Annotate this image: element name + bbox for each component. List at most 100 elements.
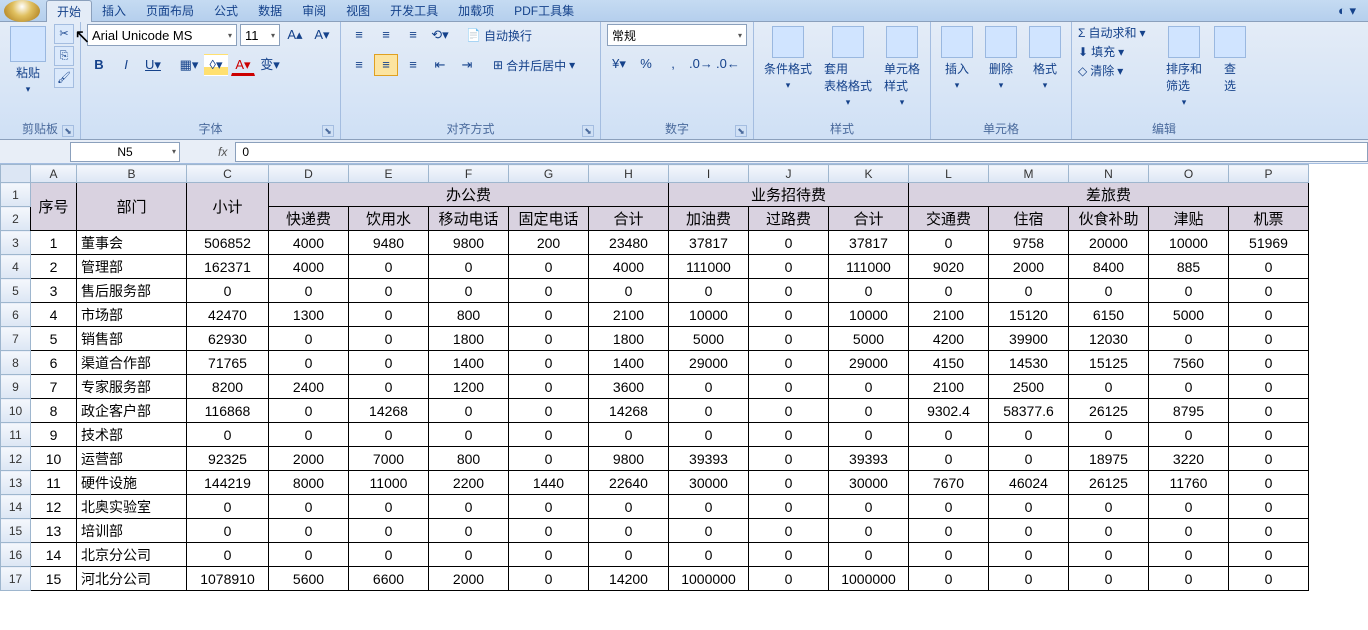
cell[interactable]: 2100	[909, 303, 989, 327]
cell[interactable]: 0	[509, 303, 589, 327]
cell[interactable]: 0	[429, 399, 509, 423]
menu-tab-3[interactable]: 公式	[204, 0, 248, 22]
cell[interactable]: 0	[509, 567, 589, 591]
cell[interactable]: 0	[669, 423, 749, 447]
cell[interactable]: 0	[829, 399, 909, 423]
cell[interactable]: 0	[509, 279, 589, 303]
cell[interactable]: 12030	[1069, 327, 1149, 351]
cell[interactable]: 5000	[1149, 303, 1229, 327]
cell[interactable]: 2500	[989, 375, 1069, 399]
cell[interactable]: 0	[1069, 519, 1149, 543]
cell[interactable]: 0	[1149, 495, 1229, 519]
cell[interactable]: 0	[749, 279, 829, 303]
cell[interactable]: 0	[187, 519, 269, 543]
cell[interactable]: 4150	[909, 351, 989, 375]
cell[interactable]: 0	[269, 279, 349, 303]
cell[interactable]: 0	[1149, 567, 1229, 591]
row-header-6[interactable]: 6	[1, 303, 31, 327]
cell[interactable]: 0	[509, 399, 589, 423]
header-cell[interactable]: 固定电话	[509, 207, 589, 231]
cell[interactable]: 2000	[269, 447, 349, 471]
cell[interactable]: 4200	[909, 327, 989, 351]
cell[interactable]: 0	[429, 423, 509, 447]
menu-tab-6[interactable]: 视图	[336, 0, 380, 22]
cell[interactable]: 0	[509, 519, 589, 543]
cell[interactable]: 37817	[669, 231, 749, 255]
cell[interactable]: 506852	[187, 231, 269, 255]
cell[interactable]: 51969	[1229, 231, 1309, 255]
cell[interactable]: 42470	[187, 303, 269, 327]
number-format-select[interactable]: 常规▾	[607, 24, 747, 46]
cell[interactable]: 10	[31, 447, 77, 471]
underline-button[interactable]: U▾	[141, 54, 165, 76]
cell[interactable]: 0	[749, 423, 829, 447]
cell[interactable]: 0	[429, 279, 509, 303]
cell[interactable]: 政企客户部	[77, 399, 187, 423]
name-box[interactable]: N5▾	[70, 142, 180, 162]
header-cell[interactable]: 住宿	[989, 207, 1069, 231]
align-left-button[interactable]: ≡	[347, 54, 371, 76]
autosum-button[interactable]: Σ 自动求和 ▾	[1078, 24, 1158, 41]
cell[interactable]: 0	[1229, 399, 1309, 423]
cell[interactable]: 1400	[589, 351, 669, 375]
col-header-J[interactable]: J	[749, 165, 829, 183]
row-header-13[interactable]: 13	[1, 471, 31, 495]
merge-center-button[interactable]: ⊞ 合并后居中 ▾	[493, 57, 575, 74]
cell[interactable]: 1800	[589, 327, 669, 351]
cell[interactable]: 0	[1229, 279, 1309, 303]
cell[interactable]: 0	[509, 447, 589, 471]
cell[interactable]: 20000	[1069, 231, 1149, 255]
paste-button[interactable]: 粘贴	[6, 24, 50, 97]
row-header-15[interactable]: 15	[1, 519, 31, 543]
cell[interactable]: 0	[1229, 495, 1309, 519]
cell[interactable]: 6150	[1069, 303, 1149, 327]
cell[interactable]: 0	[669, 519, 749, 543]
cell[interactable]: 0	[749, 447, 829, 471]
header-cell[interactable]: 差旅费	[909, 183, 1309, 207]
cell[interactable]: 14268	[589, 399, 669, 423]
align-bottom-button[interactable]: ≡	[401, 24, 425, 46]
cell[interactable]: 144219	[187, 471, 269, 495]
cell[interactable]: 9	[31, 423, 77, 447]
row-header-7[interactable]: 7	[1, 327, 31, 351]
decrease-decimal-button[interactable]: .0←	[715, 53, 739, 75]
cell[interactable]: 运营部	[77, 447, 187, 471]
cell[interactable]: 4000	[269, 255, 349, 279]
cell[interactable]: 10000	[1149, 231, 1229, 255]
find-select-button[interactable]: 查 选	[1210, 24, 1250, 96]
header-cell[interactable]: 加油费	[669, 207, 749, 231]
col-header-I[interactable]: I	[669, 165, 749, 183]
cell[interactable]: 71765	[187, 351, 269, 375]
cell[interactable]: 14268	[349, 399, 429, 423]
cell[interactable]: 0	[749, 543, 829, 567]
number-dialog-launcher[interactable]: ⬊	[735, 125, 747, 137]
row-header-9[interactable]: 9	[1, 375, 31, 399]
cell[interactable]: 0	[349, 303, 429, 327]
cell[interactable]: 58377.6	[989, 399, 1069, 423]
cell[interactable]: 0	[349, 423, 429, 447]
cell[interactable]: 0	[269, 519, 349, 543]
cell[interactable]: 0	[1229, 471, 1309, 495]
cell[interactable]: 0	[749, 303, 829, 327]
cell[interactable]: 30000	[829, 471, 909, 495]
cell[interactable]: 0	[829, 519, 909, 543]
cell[interactable]: 0	[269, 543, 349, 567]
cell[interactable]: 5000	[829, 327, 909, 351]
cell[interactable]: 1300	[269, 303, 349, 327]
cell[interactable]: 0	[749, 399, 829, 423]
percent-button[interactable]: %	[634, 53, 658, 75]
sort-filter-button[interactable]: 排序和 筛选	[1162, 24, 1206, 110]
cell[interactable]: 0	[1229, 423, 1309, 447]
cell[interactable]: 22640	[589, 471, 669, 495]
cell[interactable]: 0	[349, 255, 429, 279]
cell[interactable]: 2400	[269, 375, 349, 399]
row-header-8[interactable]: 8	[1, 351, 31, 375]
cell[interactable]: 0	[989, 567, 1069, 591]
col-header-A[interactable]: A	[31, 165, 77, 183]
header-cell[interactable]: 移动电话	[429, 207, 509, 231]
header-cell[interactable]: 饮用水	[349, 207, 429, 231]
col-header-H[interactable]: H	[589, 165, 669, 183]
cell[interactable]: 0	[429, 543, 509, 567]
cell[interactable]: 1000000	[669, 567, 749, 591]
header-cell[interactable]: 办公费	[269, 183, 669, 207]
